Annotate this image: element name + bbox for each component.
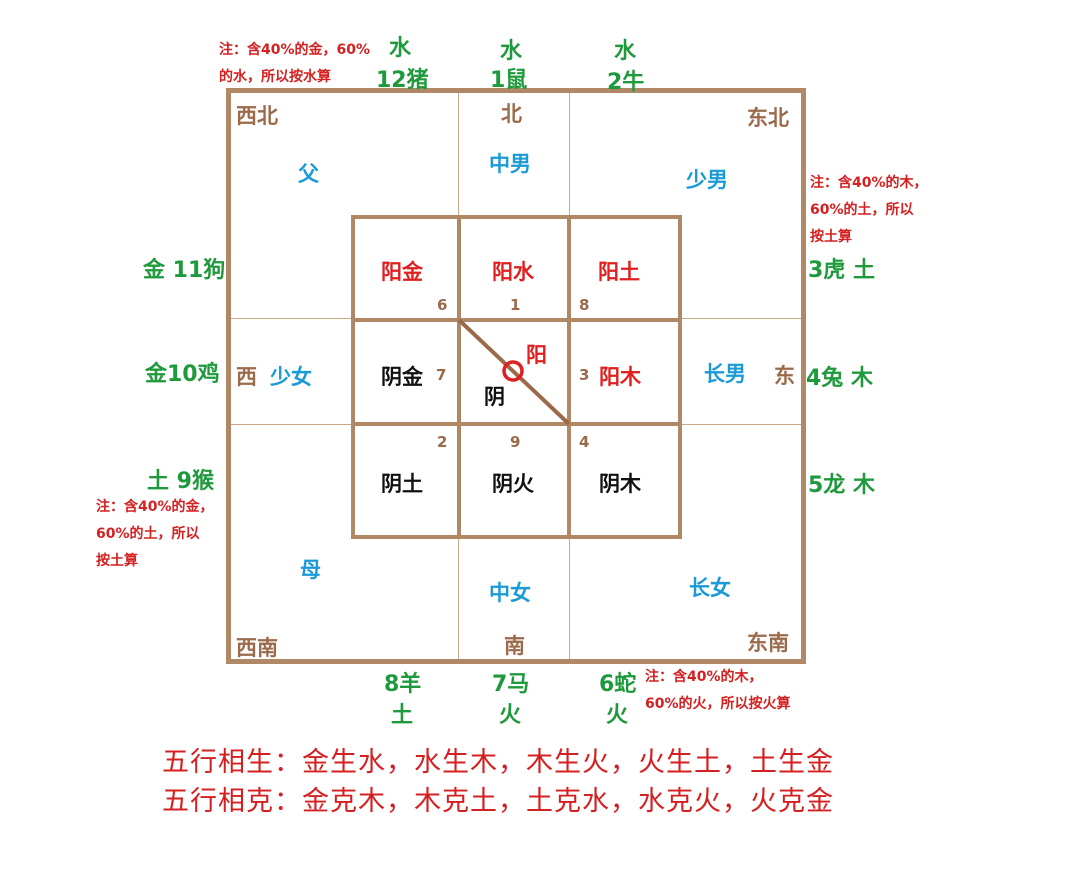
zodiac-goat-element: 土 [391,703,414,728]
zodiac-goat: 8羊 [384,672,422,697]
cell-yin: 阴 [484,385,505,409]
direction-northwest: 西北 [236,104,278,128]
note-line: 注：含40%的木， [645,669,763,685]
cell-number-7: 7 [436,366,447,384]
family-father: 父 [298,162,319,186]
note-line: 按土算 [810,229,852,245]
note-line: 注：含40%的木， [810,175,928,191]
family-youngest-son: 少男 [686,168,728,192]
cell-yin-earth: 阴土 [381,472,423,496]
zodiac-rat-element: 水 [500,39,523,64]
cell-yang: 阳 [526,343,547,367]
cell-number-3: 3 [579,366,590,384]
zodiac-monkey: 土 9猴 [147,469,214,494]
note-top-left: 注：含40%的金，60% 的水，所以按水算 [219,37,370,91]
cell-yin-wood: 阴木 [599,472,641,496]
zodiac-horse-element: 火 [499,703,522,728]
note-line: 注：含40%的金，60% [219,42,371,58]
cell-number-1: 1 [510,296,521,314]
note-left: 注：含40%的金， 60%的土，所以 按土算 [96,494,214,575]
note-line: 的水，所以按水算 [219,69,331,85]
family-middle-son: 中男 [489,152,531,176]
zodiac-rooster: 金10鸡 [145,362,220,387]
note-line: 60%的土，所以 [810,202,914,218]
cell-yang-water: 阳水 [492,260,534,284]
zodiac-rabbit: 4兔 木 [806,366,873,391]
cell-yang-wood: 阳木 [599,365,641,389]
zodiac-pig-element: 水 [389,36,412,61]
note-line: 60%的土，所以 [96,526,200,542]
direction-west: 西 [236,365,257,389]
zodiac-dog: 金 11狗 [143,258,226,283]
cell-number-4: 4 [579,433,590,451]
yin-yang-diagonal [457,318,571,426]
zodiac-horse: 7马 [492,672,530,697]
cell-number-2: 2 [437,433,448,451]
family-eldest-son: 长男 [704,362,746,386]
note-right: 注：含40%的木， 60%的土，所以 按土算 [810,170,928,251]
zodiac-rat: 1鼠 [490,68,528,93]
cell-yin-fire: 阴火 [492,472,534,496]
cell-number-8: 8 [579,296,590,314]
zodiac-ox: 2牛 [607,70,645,95]
note-line: 注：含40%的金， [96,499,214,515]
rule-sheng: 五行相生：金生水，水生木，木生火，火生土，土生金 [162,747,834,778]
direction-northeast: 东北 [747,106,789,130]
direction-north: 北 [501,102,522,126]
zodiac-pig: 12猪 [376,68,429,93]
family-youngest-daughter: 少女 [270,365,312,389]
cell-yin-metal: 阴金 [381,365,423,389]
zodiac-snake: 6蛇 [599,672,637,697]
note-bottom: 注：含40%的木， 60%的火，所以按火算 [645,664,791,718]
direction-southwest: 西南 [236,636,278,660]
family-mother: 母 [300,558,321,582]
direction-east: 东 [774,364,795,388]
cell-number-9: 9 [510,433,521,451]
cell-number-6: 6 [437,296,448,314]
zodiac-snake-element: 火 [606,703,629,728]
rule-ke: 五行相克：金克木，木克土，土克水，水克火，火克金 [162,786,834,817]
direction-southeast: 东南 [747,631,789,655]
note-line: 按土算 [96,553,138,569]
direction-south: 南 [504,634,525,658]
family-middle-daughter: 中女 [489,581,531,605]
cell-yang-earth: 阳土 [598,260,640,284]
note-line: 60%的火，所以按火算 [645,696,791,712]
zodiac-ox-element: 水 [614,39,637,64]
cell-yang-metal: 阳金 [381,260,423,284]
family-eldest-daughter: 长女 [689,576,731,600]
zodiac-dragon: 5龙 木 [808,473,875,498]
zodiac-tiger: 3虎 土 [808,258,875,283]
